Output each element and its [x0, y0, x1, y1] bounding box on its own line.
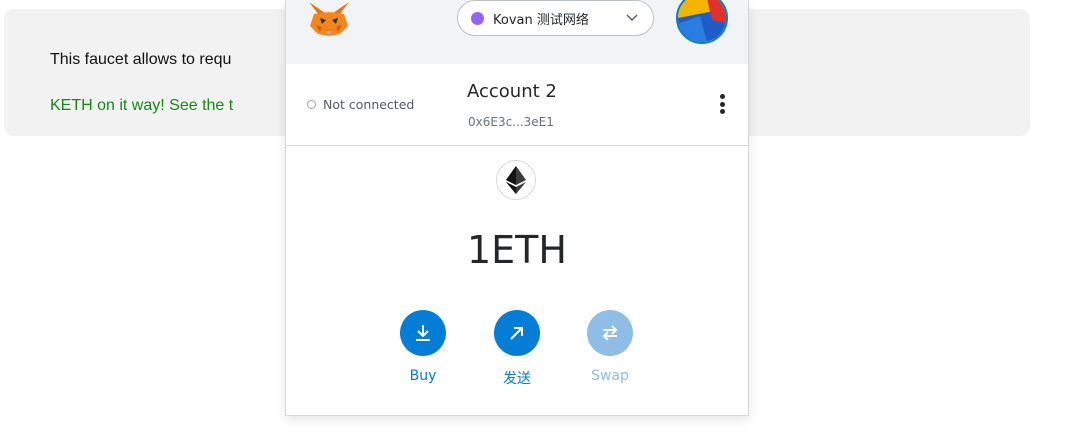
send-button[interactable]: 发送	[482, 310, 552, 388]
swap-button-label: Swap	[591, 368, 629, 384]
metamask-popup: Kovan 测试网络 Not connected Account 2 0x6E3…	[285, 0, 749, 416]
jazzicon-icon	[678, 0, 726, 42]
network-selector[interactable]: Kovan 测试网络	[457, 0, 654, 36]
account-avatar[interactable]	[676, 0, 728, 44]
send-button-label: 发送	[503, 371, 531, 387]
connection-status[interactable]: Not connected	[307, 97, 414, 112]
network-name: Kovan 测试网络	[493, 12, 589, 28]
chevron-down-icon	[626, 14, 638, 21]
metamask-fox-logo[interactable]	[306, 0, 352, 38]
connection-status-label: Not connected	[323, 97, 415, 112]
swap-icon	[587, 310, 633, 356]
faucet-status-message: KETH on it way! See the t	[50, 97, 234, 114]
account-options-kebab-icon[interactable]	[718, 94, 726, 118]
account-address[interactable]: 0x6E3c...3eE1	[468, 115, 554, 129]
network-status-dot	[471, 11, 484, 25]
connection-dot-icon	[307, 100, 316, 109]
browser-page: This faucet allows to requ KETH on it wa…	[0, 0, 1080, 445]
account-name[interactable]: Account 2	[467, 81, 557, 102]
balance-amount: 1ETH	[467, 228, 567, 272]
ethereum-icon	[496, 160, 536, 200]
swap-button[interactable]: Swap	[575, 310, 645, 384]
buy-button[interactable]: Buy	[388, 310, 458, 384]
faucet-description: This faucet allows to requ	[50, 51, 232, 68]
buy-button-label: Buy	[409, 368, 437, 384]
arrow-up-right-icon	[494, 310, 540, 356]
download-icon	[400, 310, 446, 356]
metamask-header: Kovan 测试网络	[286, 0, 748, 64]
account-bar: Not connected Account 2 0x6E3c...3eE1	[286, 64, 748, 146]
